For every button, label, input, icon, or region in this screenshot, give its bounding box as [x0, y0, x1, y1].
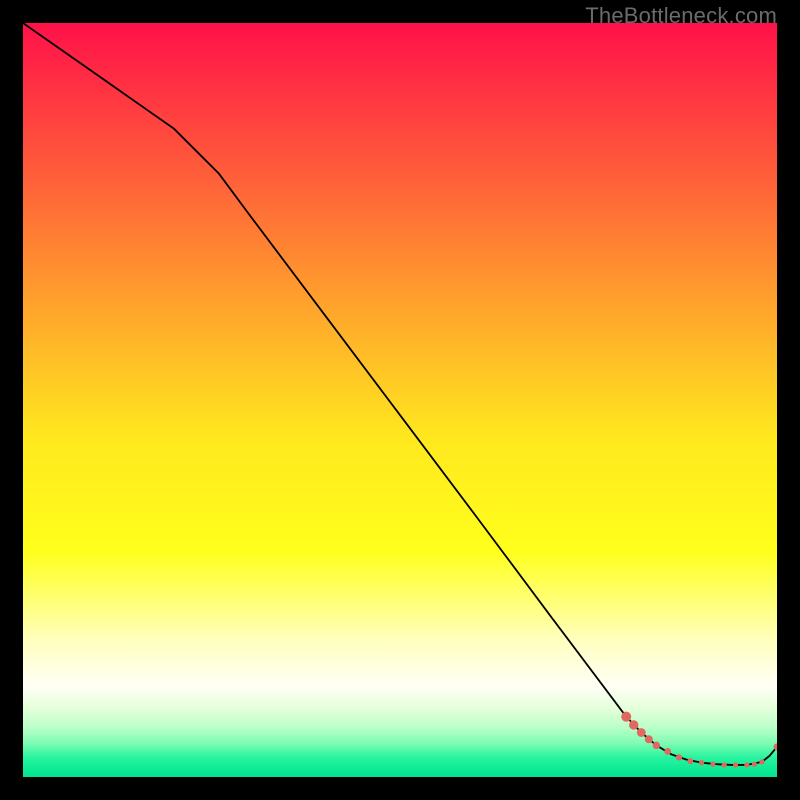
chart-stage: TheBottleneck.com — [0, 0, 800, 800]
marker-point — [629, 720, 638, 729]
marker-point — [744, 762, 749, 767]
marker-point — [759, 759, 764, 764]
watermark-text: TheBottleneck.com — [585, 3, 777, 29]
marker-point — [676, 754, 682, 760]
marker-point — [645, 735, 653, 743]
bottleneck-chart — [23, 23, 777, 777]
marker-point — [722, 762, 727, 767]
marker-point — [653, 742, 660, 749]
marker-point — [752, 762, 757, 767]
marker-point — [699, 760, 704, 765]
marker-point — [687, 758, 693, 764]
marker-point — [710, 762, 715, 767]
gradient-bg — [23, 23, 777, 777]
marker-point — [733, 762, 738, 767]
marker-point — [664, 748, 671, 755]
marker-point — [621, 712, 631, 722]
marker-point — [637, 728, 646, 737]
